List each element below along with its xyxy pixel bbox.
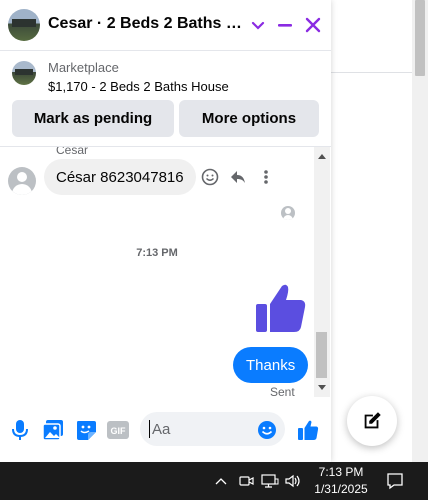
like-icon[interactable] (296, 418, 320, 442)
listing-label: Marketplace (48, 60, 119, 75)
chat-header: Cesar · 2 Beds 2 Baths House (0, 0, 331, 51)
more-icon[interactable] (256, 167, 276, 187)
listing-price-title[interactable]: $1,170 - 2 Beds 2 Baths House (48, 79, 229, 94)
clock-time: 7:13 PM (318, 465, 364, 479)
gif-icon[interactable]: GIF (106, 418, 130, 442)
text-cursor (149, 420, 150, 438)
chevron-down-icon[interactable] (245, 12, 271, 38)
notification-icon[interactable] (384, 470, 406, 492)
emoji-icon[interactable] (255, 418, 279, 442)
mark-as-pending-button[interactable]: Mark as pending (12, 100, 174, 137)
like-icon[interactable] (255, 282, 307, 334)
scroll-up-arrow[interactable] (314, 148, 330, 164)
minimize-icon[interactable] (272, 12, 298, 38)
taskbar: 7:13 PM 1/31/2025 (0, 462, 428, 500)
svg-text:GIF: GIF (111, 426, 127, 436)
chat-window: Cesar · 2 Beds 2 Baths House Marketplace… (0, 0, 331, 462)
new-message-button[interactable] (347, 396, 397, 446)
sender-name: Cesar (56, 147, 89, 157)
photo-icon[interactable] (41, 418, 65, 442)
sticker-icon[interactable] (74, 418, 98, 442)
close-icon[interactable] (300, 12, 326, 38)
message-timestamp: 7:13 PM (136, 247, 178, 259)
network-icon[interactable] (261, 472, 279, 490)
marketplace-listing: Marketplace $1,170 - 2 Beds 2 Baths Hous… (0, 51, 331, 147)
more-options-button[interactable]: More options (179, 100, 319, 137)
chevron-up-icon[interactable] (212, 472, 230, 490)
compose-icon (364, 412, 381, 429)
seen-indicator-avatar (281, 206, 295, 220)
system-clock[interactable]: 7:13 PM 1/31/2025 (306, 464, 376, 498)
chat-title[interactable]: Cesar · 2 Beds 2 Baths House (48, 15, 243, 33)
page-scrollbar-thumb[interactable] (415, 0, 425, 76)
message-list: Cesar César 8623047816 7:13 PM Thanks Se… (0, 147, 314, 397)
avatar[interactable] (8, 9, 40, 41)
emoji-icon[interactable] (200, 167, 220, 187)
sender-avatar[interactable] (8, 167, 36, 195)
outgoing-message[interactable]: Thanks (233, 347, 309, 383)
incoming-message[interactable]: César 8623047816 (44, 159, 196, 195)
scroll-down-arrow[interactable] (314, 380, 330, 396)
background-panel (330, 0, 412, 462)
chat-scrollbar-thumb[interactable] (316, 332, 327, 378)
camera-icon[interactable] (238, 472, 256, 490)
background-divider (330, 72, 412, 73)
volume-icon[interactable] (284, 472, 302, 490)
microphone-icon[interactable] (8, 418, 32, 442)
clock-date: 1/31/2025 (314, 482, 368, 496)
listing-thumbnail[interactable] (12, 61, 36, 85)
reply-icon[interactable] (228, 167, 248, 187)
message-status: Sent (270, 385, 295, 397)
message-composer: GIF (0, 398, 331, 462)
